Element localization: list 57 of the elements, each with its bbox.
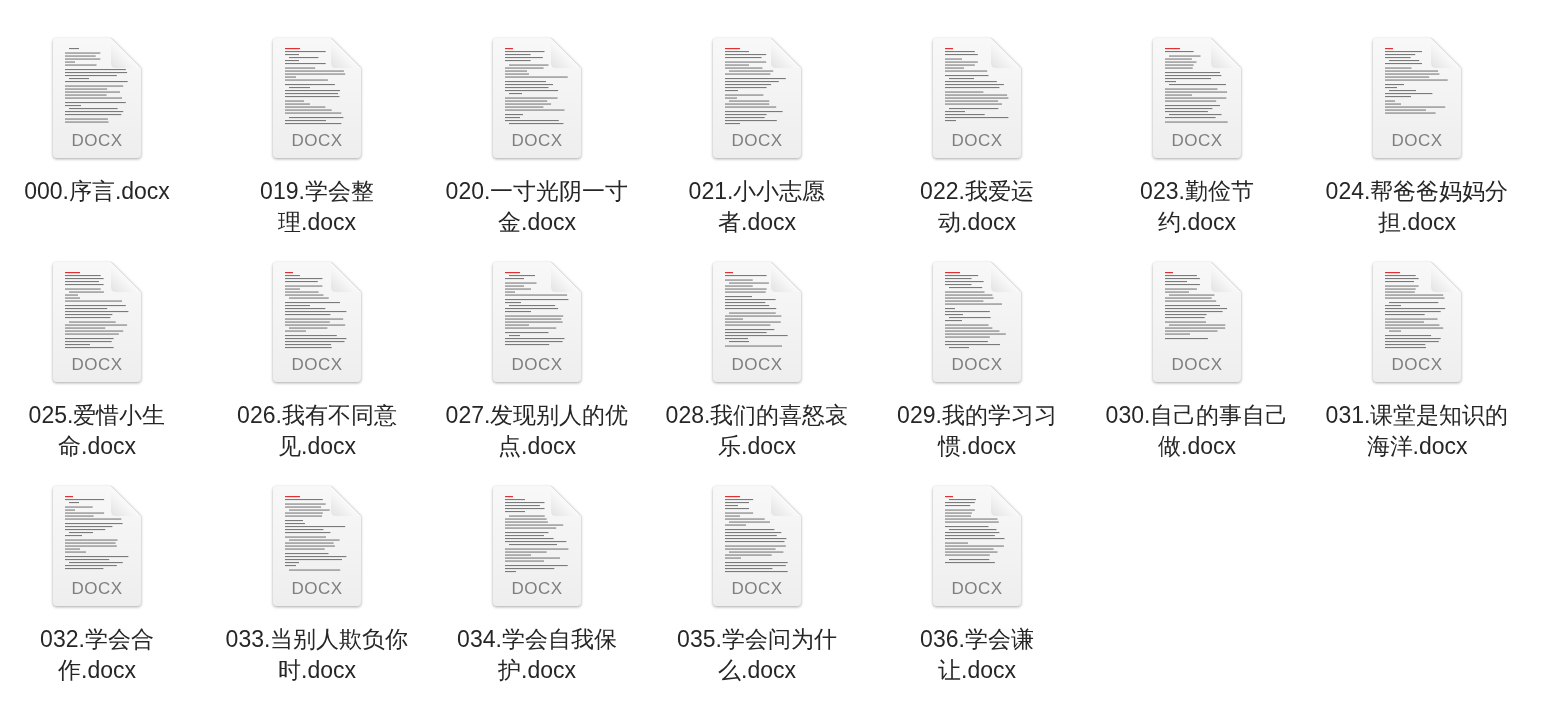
file-name[interactable]: 028.我们的喜怒哀乐.docx bbox=[663, 400, 851, 462]
document-icon[interactable] bbox=[933, 486, 1021, 606]
document-icon[interactable] bbox=[713, 262, 801, 382]
document-icon[interactable] bbox=[273, 38, 361, 158]
file-name[interactable]: 033.当别人欺负你时.docx bbox=[223, 624, 411, 686]
file-type-label: DOCX bbox=[951, 131, 1003, 150]
document-icon[interactable] bbox=[273, 486, 361, 606]
file-name[interactable]: 023.勤俭节约.docx bbox=[1103, 176, 1291, 238]
document-icon[interactable] bbox=[1373, 262, 1461, 382]
file-name[interactable]: 032.学会合作.docx bbox=[3, 624, 191, 686]
file-type-label: DOCX bbox=[951, 355, 1003, 374]
document-icon[interactable] bbox=[713, 38, 801, 158]
file-type-label: DOCX bbox=[731, 355, 783, 374]
file-type-label: DOCX bbox=[71, 579, 123, 598]
document-icon[interactable] bbox=[493, 38, 581, 158]
document-icon[interactable] bbox=[933, 38, 1021, 158]
document-icon[interactable] bbox=[53, 486, 141, 606]
file-name[interactable]: 026.我有不同意见.docx bbox=[223, 400, 411, 462]
file-type-label: DOCX bbox=[291, 131, 343, 150]
document-icon[interactable] bbox=[493, 262, 581, 382]
file-type-label: DOCX bbox=[1171, 131, 1223, 150]
document-icon[interactable] bbox=[1153, 262, 1241, 382]
file-type-label: DOCX bbox=[1171, 355, 1223, 374]
file-name[interactable]: 034.学会自我保护.docx bbox=[443, 624, 631, 686]
file-name[interactable]: 030.自己的事自己做.docx bbox=[1103, 400, 1291, 462]
document-icon[interactable] bbox=[53, 38, 141, 158]
file-type-label: DOCX bbox=[1391, 131, 1443, 150]
document-icon[interactable] bbox=[273, 262, 361, 382]
file-name[interactable]: 024.帮爸爸妈妈分担.docx bbox=[1323, 176, 1511, 238]
file-name[interactable]: 020.一寸光阴一寸金.docx bbox=[443, 176, 631, 238]
file-name[interactable]: 021.小小志愿者.docx bbox=[663, 176, 851, 238]
file-name[interactable]: 031.课堂是知识的海洋.docx bbox=[1323, 400, 1511, 462]
file-type-label: DOCX bbox=[291, 579, 343, 598]
document-icon[interactable] bbox=[933, 262, 1021, 382]
file-type-label: DOCX bbox=[71, 131, 123, 150]
file-type-label: DOCX bbox=[511, 579, 563, 598]
document-icon[interactable] bbox=[493, 486, 581, 606]
file-type-label: DOCX bbox=[951, 579, 1003, 598]
document-icon[interactable] bbox=[1373, 38, 1461, 158]
file-type-label: DOCX bbox=[511, 131, 563, 150]
file-type-label: DOCX bbox=[731, 131, 783, 150]
document-icon[interactable] bbox=[1153, 38, 1241, 158]
file-name[interactable]: 019.学会整理.docx bbox=[223, 176, 411, 238]
file-type-label: DOCX bbox=[291, 355, 343, 374]
file-name[interactable]: 036.学会谦让.docx bbox=[883, 624, 1071, 686]
file-name[interactable]: 000.序言.docx bbox=[24, 176, 170, 207]
document-icon[interactable] bbox=[53, 262, 141, 382]
file-type-label: DOCX bbox=[71, 355, 123, 374]
file-type-label: DOCX bbox=[511, 355, 563, 374]
file-name[interactable]: 027.发现别人的优点.docx bbox=[443, 400, 631, 462]
file-name[interactable]: 029.我的学习习惯.docx bbox=[883, 400, 1071, 462]
file-name[interactable]: 025.爱惜小生命.docx bbox=[3, 400, 191, 462]
file-name[interactable]: 022.我爱运动.docx bbox=[883, 176, 1071, 238]
file-type-label: DOCX bbox=[1391, 355, 1443, 374]
file-type-label: DOCX bbox=[731, 579, 783, 598]
document-icon[interactable] bbox=[713, 486, 801, 606]
file-name[interactable]: 035.学会问为什么.docx bbox=[663, 624, 851, 686]
